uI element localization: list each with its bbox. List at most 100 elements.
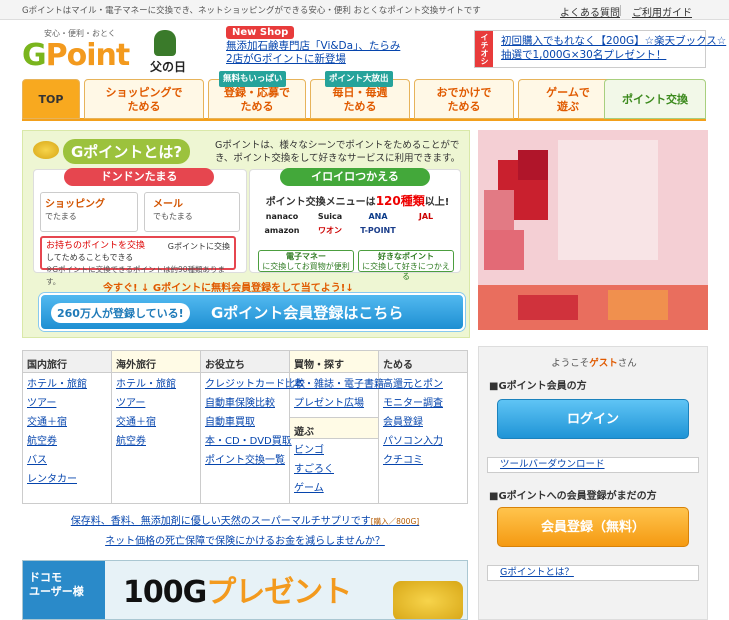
points-badge: ポイント大放出 (325, 71, 393, 87)
nanaco-logo[interactable]: nanaco (259, 212, 305, 221)
category-link[interactable]: ホテル・旅館 (23, 375, 111, 394)
earn-header: ドンドンたまる (64, 168, 214, 186)
category-link[interactable]: 本・雑誌・電子書籍 (290, 375, 384, 394)
category-domestic: 国内旅行 ホテル・旅館 ツアー 交通＋宿 航空券 バス レンタカー (23, 351, 112, 503)
tab-exchange[interactable]: ポイント交換 (604, 79, 706, 119)
category-header: 国内旅行 (23, 351, 111, 373)
login-panel: ようこそゲストさん ■Gポイント会員の方 ログイン ツールバーダウンロード ■G… (478, 346, 708, 620)
category-link[interactable]: バス (23, 451, 111, 470)
category-grid: 国内旅行 ホテル・旅館 ツアー 交通＋宿 航空券 バス レンタカー 海外旅行 ホ… (22, 350, 468, 504)
shopping-earn-button[interactable]: ショッピング でたまる (40, 192, 138, 232)
nonmember-section-title: ■Gポイントへの会員登録がまだの方 (489, 491, 657, 502)
member-section-title: ■Gポイント会員の方 (489, 381, 587, 392)
fav-point-button[interactable]: 好きなポイント に交換して好きにつかえる (358, 250, 454, 281)
category-link[interactable]: モニター調査 (379, 394, 467, 413)
partner-logos: nanaco Suica ANA JAL amazon ワオン T-POINT (258, 210, 456, 238)
signup-banner-button[interactable]: 260万人が登録している! Gポイント会員登録はこちら (39, 293, 465, 331)
top-bar: Gポイントはマイル・電子マネーに交換でき、ネットショッピングができる安心・便利 … (0, 0, 729, 20)
category-link[interactable]: クチコミ (379, 451, 467, 470)
category-shopping: 買物・探す 本・雑誌・電子書籍 プレゼント広場 遊ぶ ビンゴ すごろく ゲーム (290, 351, 384, 503)
exchange-earn-button[interactable]: お持ちのポイントを交換 Gポイントに交換 してためることもできる ※Gポイントに… (40, 236, 236, 286)
category-link[interactable]: ゲーム (290, 479, 378, 498)
logo-mark: GPoint (22, 38, 130, 73)
fathers-day-badge[interactable]: 父の日 (148, 30, 188, 74)
login-button[interactable]: ログイン (497, 399, 689, 439)
suica-logo[interactable]: Suica (307, 212, 353, 221)
category-link[interactable]: すごろく (290, 460, 378, 479)
category-link[interactable]: ポイント交換一覧 (201, 451, 289, 470)
tab-register[interactable]: 無料もいっぱい 登録・応募で ためる (208, 71, 306, 119)
category-link[interactable]: 交通＋宿 (112, 413, 200, 432)
bottle-icon (154, 30, 176, 56)
category-link[interactable]: ビンゴ (290, 441, 378, 460)
category-link[interactable]: ツアー (112, 394, 200, 413)
new-shop-label: New Shop (226, 26, 295, 39)
campaign-headline: 100Gプレゼント (123, 575, 352, 610)
category-header: お役立ち (201, 351, 289, 373)
category-header: 遊ぶ (290, 417, 378, 439)
gpoint-intro-panel: Gポイントとは? Gポイントは、様々なシーンでポイントをためることができ、ポイン… (22, 130, 470, 338)
ad-banner-pixelated[interactable] (478, 130, 708, 330)
emoney-button[interactable]: 電子マネー に交換してお買物が便利 (258, 250, 354, 272)
tab-top[interactable]: TOP (22, 79, 80, 119)
insurance-promo-link[interactable]: ネット価格の死亡保障で保険にかけるお金を減らしませんか？ (22, 532, 468, 547)
new-shop-link[interactable]: 無添加石鹸専門店「Vi&Da」、たらみ 2店がGポイントに新登場 (226, 40, 400, 66)
category-link[interactable]: レンタカー (23, 470, 111, 489)
category-link[interactable]: パソコン入力 (379, 432, 467, 451)
recommend-link[interactable]: 初回購入でもれなく【200G】☆楽天ブックス☆ 抽選で1,000G×30名プレゼン… (501, 34, 726, 62)
member-count-pill: 260万人が登録している! (51, 303, 190, 323)
category-overseas: 海外旅行 ホテル・旅館 ツアー 交通＋宿 航空券 (112, 351, 201, 503)
tab-shopping[interactable]: ショッピングで ためる (84, 79, 204, 119)
exchange-menu-count: ポイント交換メニューは120種類以上! (265, 194, 450, 208)
welcome-text: ようこそゲストさん (551, 358, 637, 369)
docomo-campaign-banner[interactable]: ドコモ ユーザー様 100Gプレゼント (22, 560, 468, 620)
mail-earn-button[interactable]: メール でもたまる (144, 192, 240, 232)
earn-panel: ドンドンたまる ショッピング でたまる メール でもたまる お持ちのポイントを交換 … (33, 168, 247, 286)
category-earn: ためる 高還元とポン モニター調査 会員登録 パソコン入力 クチコミ (379, 351, 467, 503)
guide-link[interactable]: ご利用ガイド (632, 4, 692, 19)
category-link[interactable]: ツアー (23, 394, 111, 413)
category-link[interactable]: 本・CD・DVD買取 (201, 432, 292, 451)
tpoint-logo[interactable]: T-POINT (355, 226, 401, 235)
intro-title: Gポイントとは? (63, 139, 191, 164)
signup-prompt: 今すぐ! ↓ Gポイントに無料会員登録をして当てよう!↓ (103, 283, 354, 294)
divider (620, 5, 621, 16)
supplement-promo-link[interactable]: 保存料、香料、無添加剤に優しい天然のスーパーマルチサプリです[購入／800G] (22, 512, 468, 527)
tab-game[interactable]: ゲームで 遊ぶ (518, 79, 618, 119)
waon-logo[interactable]: ワオン (307, 225, 353, 236)
recommend-label: イチオシ (475, 31, 493, 67)
coins-icon (393, 581, 463, 619)
coin-icon (33, 141, 59, 159)
jal-logo[interactable]: JAL (403, 212, 449, 221)
category-link[interactable]: 交通＋宿 (23, 413, 111, 432)
category-link[interactable]: 航空券 (112, 432, 200, 451)
main-nav: TOP ショッピングで ためる 無料もいっぱい 登録・応募で ためる ポイント大放出… (22, 71, 706, 121)
category-link[interactable]: 自動車保険比較 (201, 394, 289, 413)
docomo-label: ドコモ ユーザー様 (23, 561, 105, 619)
use-header: イロイロつかえる (280, 168, 430, 186)
category-link[interactable]: クレジットカード比較 (201, 375, 305, 394)
category-link[interactable]: 会員登録 (379, 413, 467, 432)
intro-description: Gポイントは、様々なシーンでポイントをためることができ、ポイント交換をして好きな… (215, 140, 461, 164)
free-badge: 無料もいっぱい (219, 71, 287, 87)
register-button[interactable]: 会員登録（無料） (497, 507, 689, 547)
signup-banner-text: Gポイント会員登録はこちら (211, 304, 404, 322)
toolbar-download-link[interactable]: ツールバーダウンロード (487, 457, 699, 473)
faq-link[interactable]: よくある質問 (560, 4, 620, 19)
category-header: 海外旅行 (112, 351, 200, 373)
category-link[interactable]: プレゼント広場 (290, 394, 378, 413)
category-link[interactable]: 航空券 (23, 432, 111, 451)
category-link[interactable]: 高還元とポン (379, 375, 467, 394)
category-link[interactable]: ホテル・旅館 (112, 375, 200, 394)
amazon-logo[interactable]: amazon (259, 226, 305, 235)
about-gpoint-link[interactable]: Gポイントとは？ (487, 565, 699, 581)
site-tagline: Gポイントはマイル・電子マネーに交換でき、ネットショッピングができる安心・便利 … (22, 6, 481, 16)
tab-outing[interactable]: おでかけで ためる (414, 79, 514, 119)
ana-logo[interactable]: ANA (355, 212, 401, 221)
new-shop-notice: New Shop 無添加石鹸専門店「Vi&Da」、たらみ 2店がGポイントに新登場 (226, 26, 400, 65)
category-useful: お役立ち クレジットカード比較 自動車保険比較 自動車買取 本・CD・DVD買取… (201, 351, 305, 503)
category-link[interactable]: 自動車買取 (201, 413, 289, 432)
tab-daily[interactable]: ポイント大放出 毎日・毎週 ためる (310, 71, 410, 119)
recommend-box[interactable]: イチオシ 初回購入でもれなく【200G】☆楽天ブックス☆ 抽選で1,000G×30… (474, 30, 726, 68)
use-panel: イロイロつかえる ポイント交換メニューは120種類以上! nanaco Suica… (249, 168, 461, 281)
